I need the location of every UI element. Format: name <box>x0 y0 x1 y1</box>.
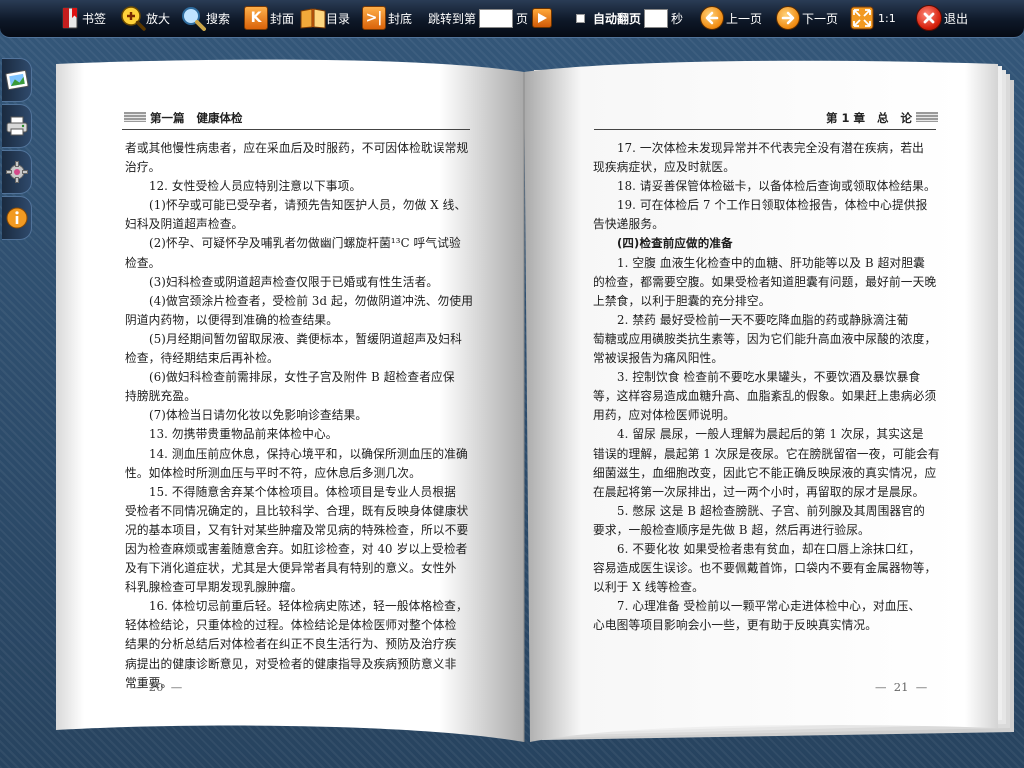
text-line: 4. 留尿 晨尿，一般人理解为晨起后的第 1 次尿，其实这是 <box>617 427 924 442</box>
text-line: 况的基本项目，又有针对某些肿瘤及常见病的特殊检查，所以不要 <box>125 522 469 537</box>
right-page-header: 第 1 章 总 论 <box>826 111 913 125</box>
text-line: 性。如体检时所测血压与平时不符，应休息后多测几次。 <box>125 465 421 480</box>
text-line: 以利于 X 线等检查。 <box>593 580 704 595</box>
text-line: (4)做宫颈涂片检查者，受检前 3d 起，勿做阴道冲洗、勿使用 <box>149 293 474 308</box>
text-line: 检查，待经期结束后再补检。 <box>125 351 279 366</box>
text-line: 结果的分析总结后对体检者在纠正不良生活行为、预防及治疗疾 <box>125 637 457 652</box>
text-line: (5)月经期间暂勿留取尿液、粪便标本，暂缓阴道超声及妇科 <box>149 331 462 346</box>
text-line: 12. 女性受检人员应特别注意以下事项。 <box>149 179 362 194</box>
text-line: 病提出的健康诊断意见，对受检者的健康指导及疾病预防意义非 <box>125 656 457 671</box>
text-line: 16. 体检切忌前重后轻。轻体检病史陈述，轻一般体格检查， <box>149 599 468 614</box>
header-rule <box>122 129 470 130</box>
left-page-text: 者或其他慢性病患者，应在采血后及时服药，不可因体检耽误常规 治疗。 12. 女性受检… <box>125 139 485 693</box>
header-decoration <box>916 112 938 122</box>
text-line: 19. 可在体检后 7 个工作日领取体检报告，体检中心提供报 <box>617 198 928 213</box>
text-line: 1. 空腹 血液生化检查中的血糖、肝功能等以及 B 超对胆囊 <box>617 255 925 270</box>
left-page-header: 第一篇 健康体检 <box>150 111 243 125</box>
open-book: 第一篇 健康体检 者或其他慢性病患者，应在采血后及时服药，不可因体检耽误常规 治疗… <box>0 0 1024 768</box>
header-decoration <box>124 112 146 122</box>
text-line: 常被误报告为痛风阳性。 <box>593 351 724 366</box>
text-line: 持膀胱充盈。 <box>125 389 197 404</box>
text-line: 现疾病症状，应及时就医。 <box>593 160 736 175</box>
text-line: 萄糖或应用磺胺类抗生素等，因为它们能升高血液中尿酸的浓度， <box>593 331 937 346</box>
text-line: 14. 测血压前应休息，保持心境平和，以确保所测血压的准确 <box>149 446 468 461</box>
text-line: (7)体检当日请勿化妆以免影响诊查结果。 <box>149 408 368 423</box>
text-line: 错误的理解，晨起第 1 次尿是夜尿。它在膀胱留宿一夜，可能会有 <box>593 446 940 461</box>
text-line: (四)检查前应做的准备 <box>617 236 733 251</box>
text-line: 科乳腺检查可早期发现乳腺肿瘤。 <box>125 580 303 595</box>
text-line: 心电图等项目影响会小一些，更有助于反映真实情况。 <box>593 618 878 633</box>
text-line: (3)妇科检查或阴道超声检查仅限于已婚或有性生活者。 <box>149 274 439 289</box>
text-line: 7. 心理准备 受检前以一颗平常心走进体检中心，对血压、 <box>617 599 921 614</box>
text-line: 者或其他慢性病患者，应在采血后及时服药，不可因体检耽误常规 <box>125 141 469 155</box>
text-line: 用药，应对体检医师说明。 <box>593 408 736 423</box>
text-line: 阴道内药物，以便得到准确的检查结果。 <box>125 312 339 327</box>
text-line: 17. 一次体检未发现异常并不代表完全没有潜在疾病，若出 <box>617 141 925 155</box>
text-line: 3. 控制饮食 检查前不要吃水果罐头，不要饮酒及暴饮暴食 <box>617 370 921 385</box>
text-line: 要求，一般检查顺序是先做 B 超，然后再进行验尿。 <box>593 522 870 537</box>
text-line: (1)怀孕或可能已受孕者，请预先告知医护人员，勿做 X 线、 <box>149 198 467 213</box>
text-line: 5. 憋尿 这是 B 超检查膀胱、子宫、前列腺及其周围器官的 <box>617 503 925 518</box>
text-line: 在晨起将第一次尿排出，过一两个小时，再留取的尿才是晨尿。 <box>593 484 925 499</box>
text-line: 上禁食，以利于胆囊的充分排空。 <box>593 293 771 308</box>
text-line: 因为检查麻烦或害羞随意舍弃。如肛诊检查，对 40 岁以上受检者 <box>125 541 468 556</box>
text-line: (6)做妇科检查前需排尿，女性子宫及附件 B 超检查者应保 <box>149 370 455 385</box>
header-rule <box>594 129 936 130</box>
text-line: 轻体检结论，只重体检的过程。体检结论是体检医师对整个体检 <box>125 618 457 633</box>
text-line: 等，这样容易造成血糖升高、血脂紊乱的假象。如果赶上患病必须 <box>593 389 937 404</box>
text-line: 告快递服务。 <box>593 217 665 232</box>
right-page-number: — 21 — <box>875 680 928 694</box>
text-line: 的检查，都需要空腹。如果受检者知道胆囊有问题，最好前一天晚 <box>593 274 937 289</box>
text-line: 15. 不得随意舍弃某个体检项目。体检项目是专业人员根据 <box>149 484 457 499</box>
text-line: 6. 不要化妆 如果受检者患有贫血，却在口唇上涂抹口红， <box>617 541 921 556</box>
left-page-number: — 20 — <box>130 680 183 694</box>
text-line: 及有下消化道症状，尤其是大便异常者具有特别的意义。女性外 <box>125 561 457 576</box>
text-line: 检查。 <box>125 255 161 270</box>
right-page-text: 17. 一次体检未发现异常并不代表完全没有潜在疾病，若出现疾病症状，应及时就医。… <box>593 139 953 635</box>
text-line: 18. 请妥善保管体检磁卡，以备体检后查询或领取体检结果。 <box>617 179 936 194</box>
text-line: (2)怀孕、可疑怀孕及哺乳者勿做幽门螺旋杆菌¹³C 呼气试验 <box>149 236 461 251</box>
text-line: 妇科及阴道超声检查。 <box>125 217 244 232</box>
text-line: 13. 勿携带贵重物品前来体检中心。 <box>149 427 338 442</box>
text-line: 2. 禁药 最好受检前一天不要吃降血脂的药或静脉滴注葡 <box>617 312 909 327</box>
text-line: 受检者不同情况确定的，且比较科学、合理，既有反映身体健康状 <box>125 503 469 518</box>
text-line: 容易造成医生误诊。也不要佩戴首饰，口袋内不要有金属器物等， <box>593 561 937 576</box>
text-line: 细菌滋生，血细胞改变，因此它不能正确反映尿液的真实情况，应 <box>593 465 937 480</box>
text-line: 治疗。 <box>125 160 161 175</box>
